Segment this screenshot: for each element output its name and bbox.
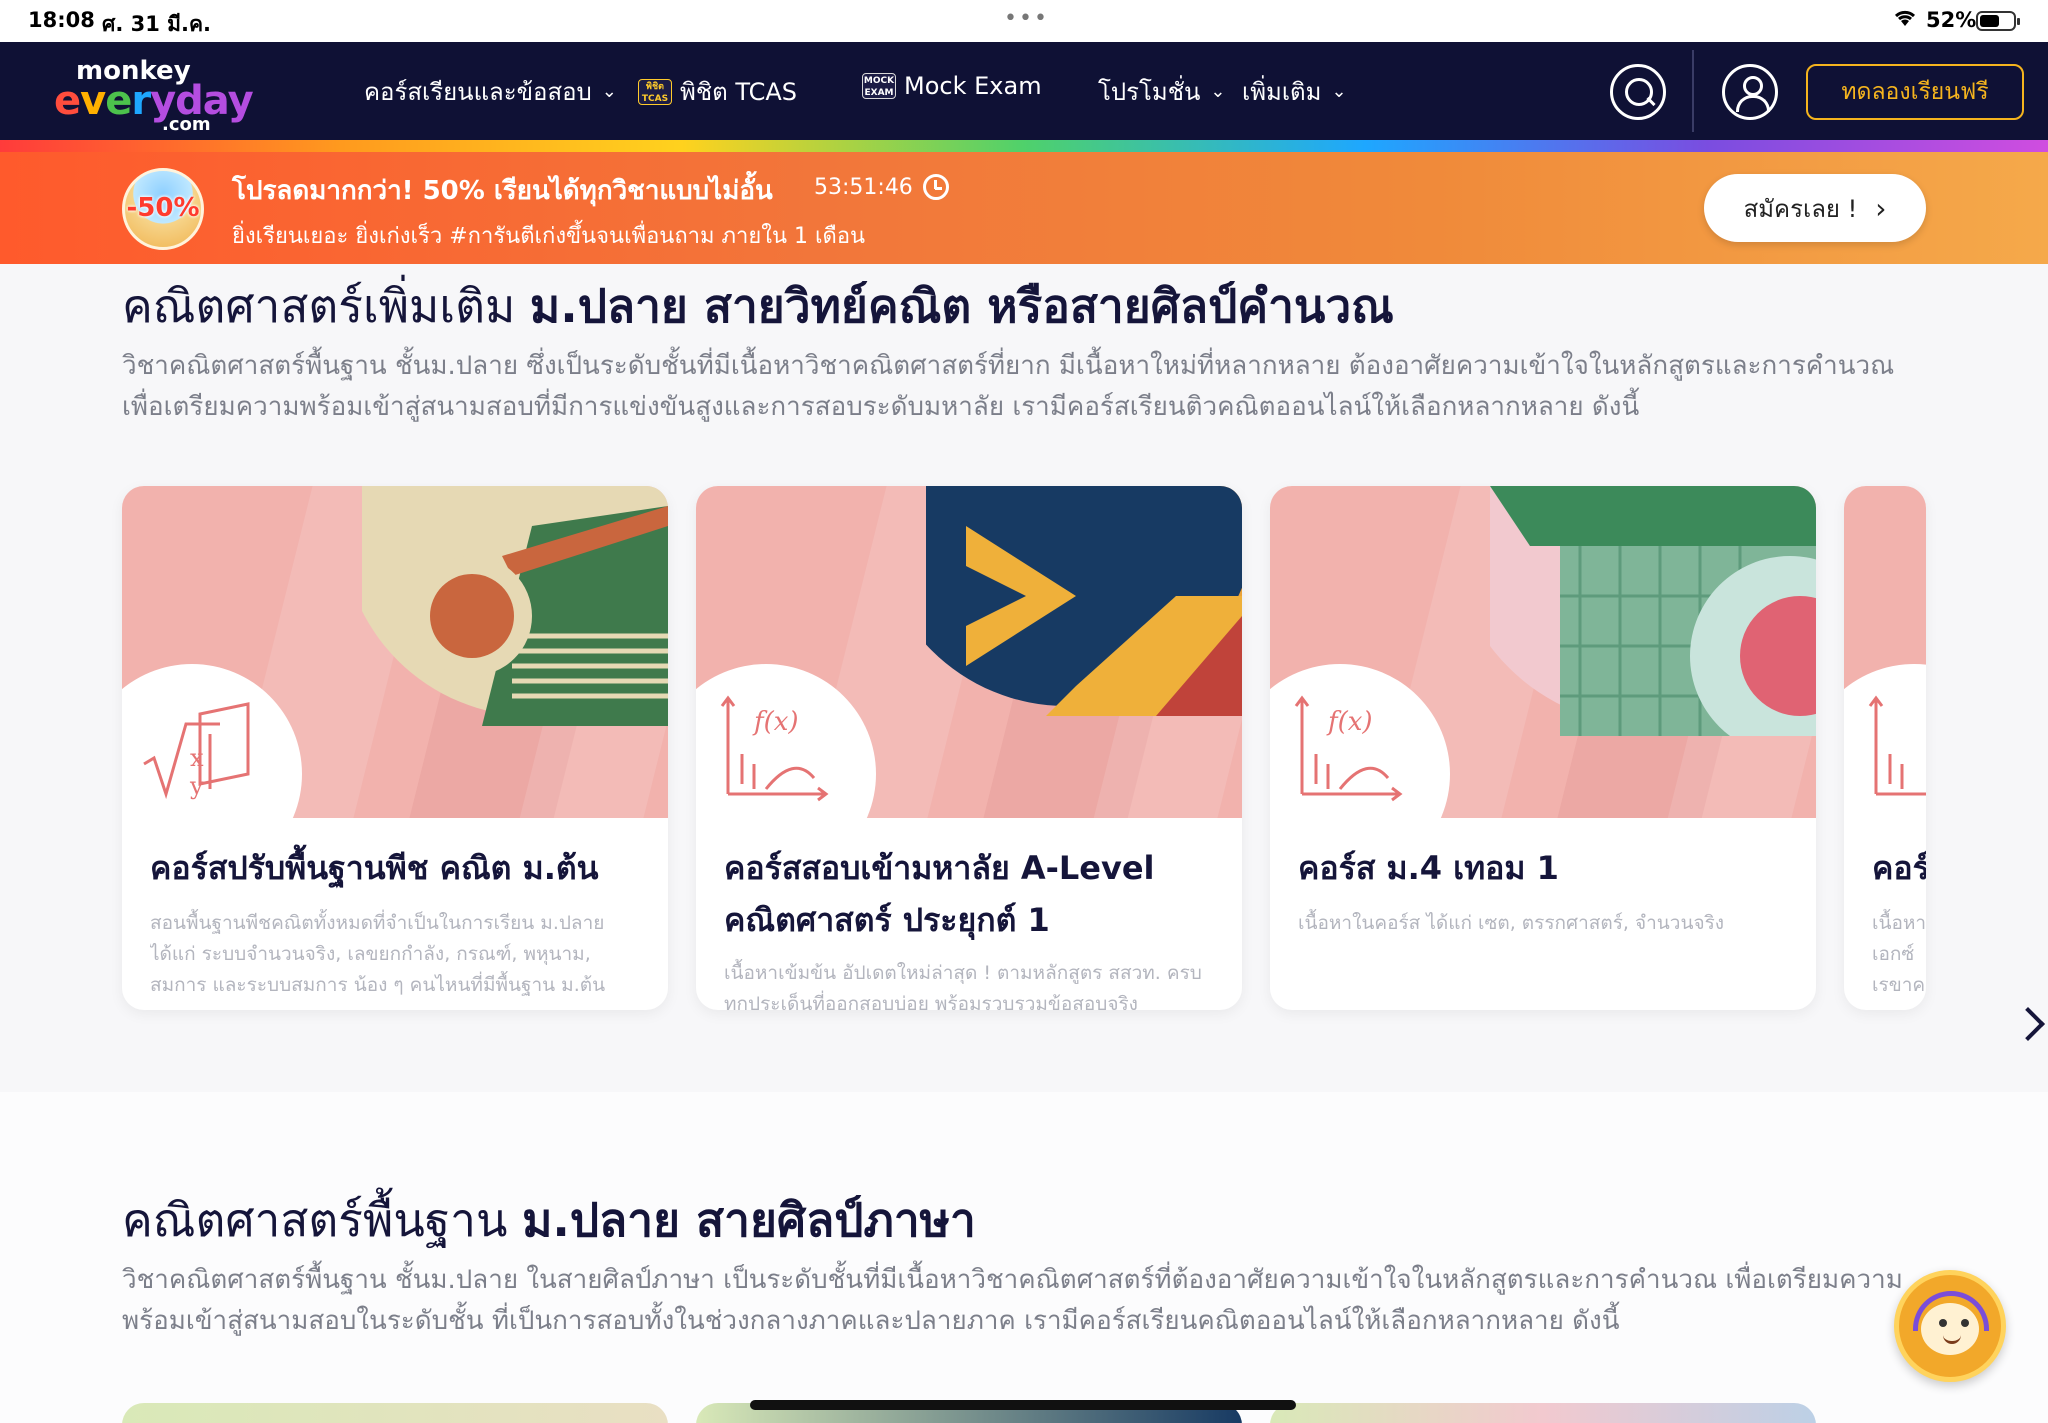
rainbow-divider — [0, 140, 2048, 152]
function-graph-icon: f(x) — [720, 695, 829, 802]
nav-divider — [1692, 50, 1694, 132]
section-title: คณิตศาสตร์พื้นฐาน ม.ปลาย สายศิลป์ภาษา — [122, 1193, 976, 1247]
svg-text:y: y — [189, 772, 204, 800]
sqrt-xy-icon: x y — [143, 702, 250, 800]
section-description: วิชาคณิตศาสตร์พื้นฐาน ชั้นม.ปลาย ในสายศิ… — [122, 1265, 1903, 1336]
svg-text:x: x — [190, 744, 204, 772]
course-card-peek[interactable] — [122, 1403, 668, 1423]
course-card[interactable]: f(x) คอร์สสอบเข้ามหาลัย A-Level คณิตศาสต… — [696, 486, 1242, 1010]
course-description: เนื้อหาในคอร์ส ได้แก่ เซต, ตรรกศาสตร์, จ… — [1298, 912, 1725, 934]
nav-mock-exam-link[interactable]: MOCK EXAM Mock Exam — [862, 72, 1042, 100]
course-card[interactable]: คอร์ เนื้อหา เอกซ์ เรขาค — [1844, 486, 1926, 1010]
course-title: คอร์ — [1872, 849, 1926, 887]
multitask-dots-icon[interactable]: ••• — [1004, 6, 1049, 31]
promo-countdown: 53:51:46 — [814, 174, 949, 200]
course-thumbnail — [1844, 486, 1926, 818]
course-thumbnail: f(x) — [696, 486, 1242, 818]
section-advanced-math: คณิตศาสตร์เพิ่มเติม ม.ปลาย สายวิทย์คณิต … — [0, 264, 2048, 1092]
user-icon[interactable] — [1722, 64, 1778, 120]
nav-tcas-label: พิชิต TCAS — [680, 78, 797, 106]
home-indicator[interactable] — [750, 1400, 1296, 1410]
free-trial-button[interactable]: ทดลองเรียนฟรี — [1806, 64, 2024, 120]
nav-more-label: เพิ่มเติม — [1242, 78, 1322, 106]
course-title: คอร์สปรับพื้นฐานพีช คณิต ม.ต้น — [150, 849, 599, 887]
promo-title: โปรลดมากกว่า! 50% เรียนได้ทุกวิชาแบบไม่อ… — [232, 176, 773, 206]
mock-exam-badge-icon: MOCK EXAM — [862, 73, 896, 99]
status-bar: 18:08 ศ. 31 มี.ค. ••• 52% — [0, 0, 2048, 42]
wifi-icon — [1892, 8, 1918, 33]
nav-promotions-menu[interactable]: โปรโมชั่น ⌄ — [1098, 72, 1226, 111]
svg-text:f(x): f(x) — [752, 707, 799, 737]
section-basic-math: คณิตศาสตร์พื้นฐาน ม.ปลาย สายศิลป์ภาษา วิ… — [0, 1092, 2048, 1423]
status-date: ศ. 31 มี.ค. — [102, 12, 211, 36]
course-description: เนื้อหาเข้มข้น อัปเดตใหม่ล่าสุด ! ตามหลั… — [724, 962, 1202, 1010]
course-thumbnail: f(x) — [1270, 486, 1816, 818]
nav-promotions-label: โปรโมชั่น — [1098, 78, 1201, 106]
tcas-badge-icon: พิชิต TCAS — [638, 78, 672, 105]
battery-icon — [1976, 11, 2020, 31]
course-title: คอร์ส ม.4 เทอม 1 — [1298, 849, 1559, 887]
section-description: วิชาคณิตศาสตร์พื้นฐาน ชั้นม.ปลาย ซึ่งเป็… — [122, 351, 1895, 422]
search-icon[interactable] — [1610, 64, 1666, 120]
monkey-everyday-logo[interactable]: monkey everyday .com — [54, 56, 254, 135]
section-title: คณิตศาสตร์เพิ่มเติม ม.ปลาย สายวิทย์คณิต … — [122, 279, 1394, 333]
nav-courses-label: คอร์สเรียนและข้อสอบ — [364, 78, 592, 106]
function-graph-icon: f(x) — [1294, 695, 1403, 802]
nav-tcas-link[interactable]: พิชิต TCAS พิชิต TCAS — [638, 72, 797, 111]
signup-now-label: สมัครเลย ! — [1743, 194, 1858, 223]
countdown-text: 53:51:46 — [814, 174, 913, 200]
nav-courses-menu[interactable]: คอร์สเรียนและข้อสอบ ⌄ — [364, 72, 617, 111]
course-thumbnail: x y — [122, 486, 668, 818]
nav-mock-exam-label: Mock Exam — [904, 72, 1042, 100]
chevron-down-icon: ⌄ — [1210, 81, 1226, 102]
signup-now-button[interactable]: สมัครเลย ! › — [1704, 174, 1926, 242]
nav-more-menu[interactable]: เพิ่มเติม ⌄ — [1242, 72, 1347, 111]
course-card[interactable]: x y คอร์สปรับพื้นฐานพีช คณิต ม.ต้น สอนพื… — [122, 486, 668, 1010]
battery-percent: 52% — [1926, 8, 1977, 32]
discount-badge: -50% — [122, 168, 204, 250]
promo-banner: -50% โปรลดมากกว่า! 50% เรียนได้ทุกวิชาแบ… — [0, 152, 2048, 264]
course-description: เนื้อหา เอกซ์ เรขาค — [1872, 912, 1926, 996]
chevron-down-icon: ⌄ — [1331, 81, 1347, 102]
function-graph-icon — [1868, 695, 1926, 796]
course-card-peek[interactable] — [1270, 1403, 1816, 1423]
main-navbar: monkey everyday .com คอร์สเรียนและข้อสอบ… — [0, 42, 2048, 140]
course-title: คอร์สสอบเข้ามหาลัย A-Level คณิตศาสตร์ ปร… — [724, 849, 1155, 939]
svg-text:f(x): f(x) — [1326, 707, 1373, 737]
status-time: 18:08 — [28, 8, 95, 32]
promo-subtitle: ยิ่งเรียนเยอะ ยิ่งเก่งเร็ว #การันตีเก่งข… — [232, 224, 866, 249]
course-description: สอนพื้นฐานพีชคณิตทั้งหมดที่จำเป็นในการเร… — [150, 912, 606, 996]
clock-icon — [922, 174, 949, 200]
carousel-next-arrow-icon[interactable] — [2014, 1004, 2040, 1044]
chevron-down-icon: ⌄ — [601, 81, 617, 102]
course-card[interactable]: f(x) คอร์ส ม.4 เทอม 1 เนื้อหาในคอร์ส ได้… — [1270, 486, 1816, 1010]
chevron-right-icon: › — [1875, 191, 1887, 225]
monkey-support-chat-icon[interactable] — [1894, 1270, 2006, 1382]
